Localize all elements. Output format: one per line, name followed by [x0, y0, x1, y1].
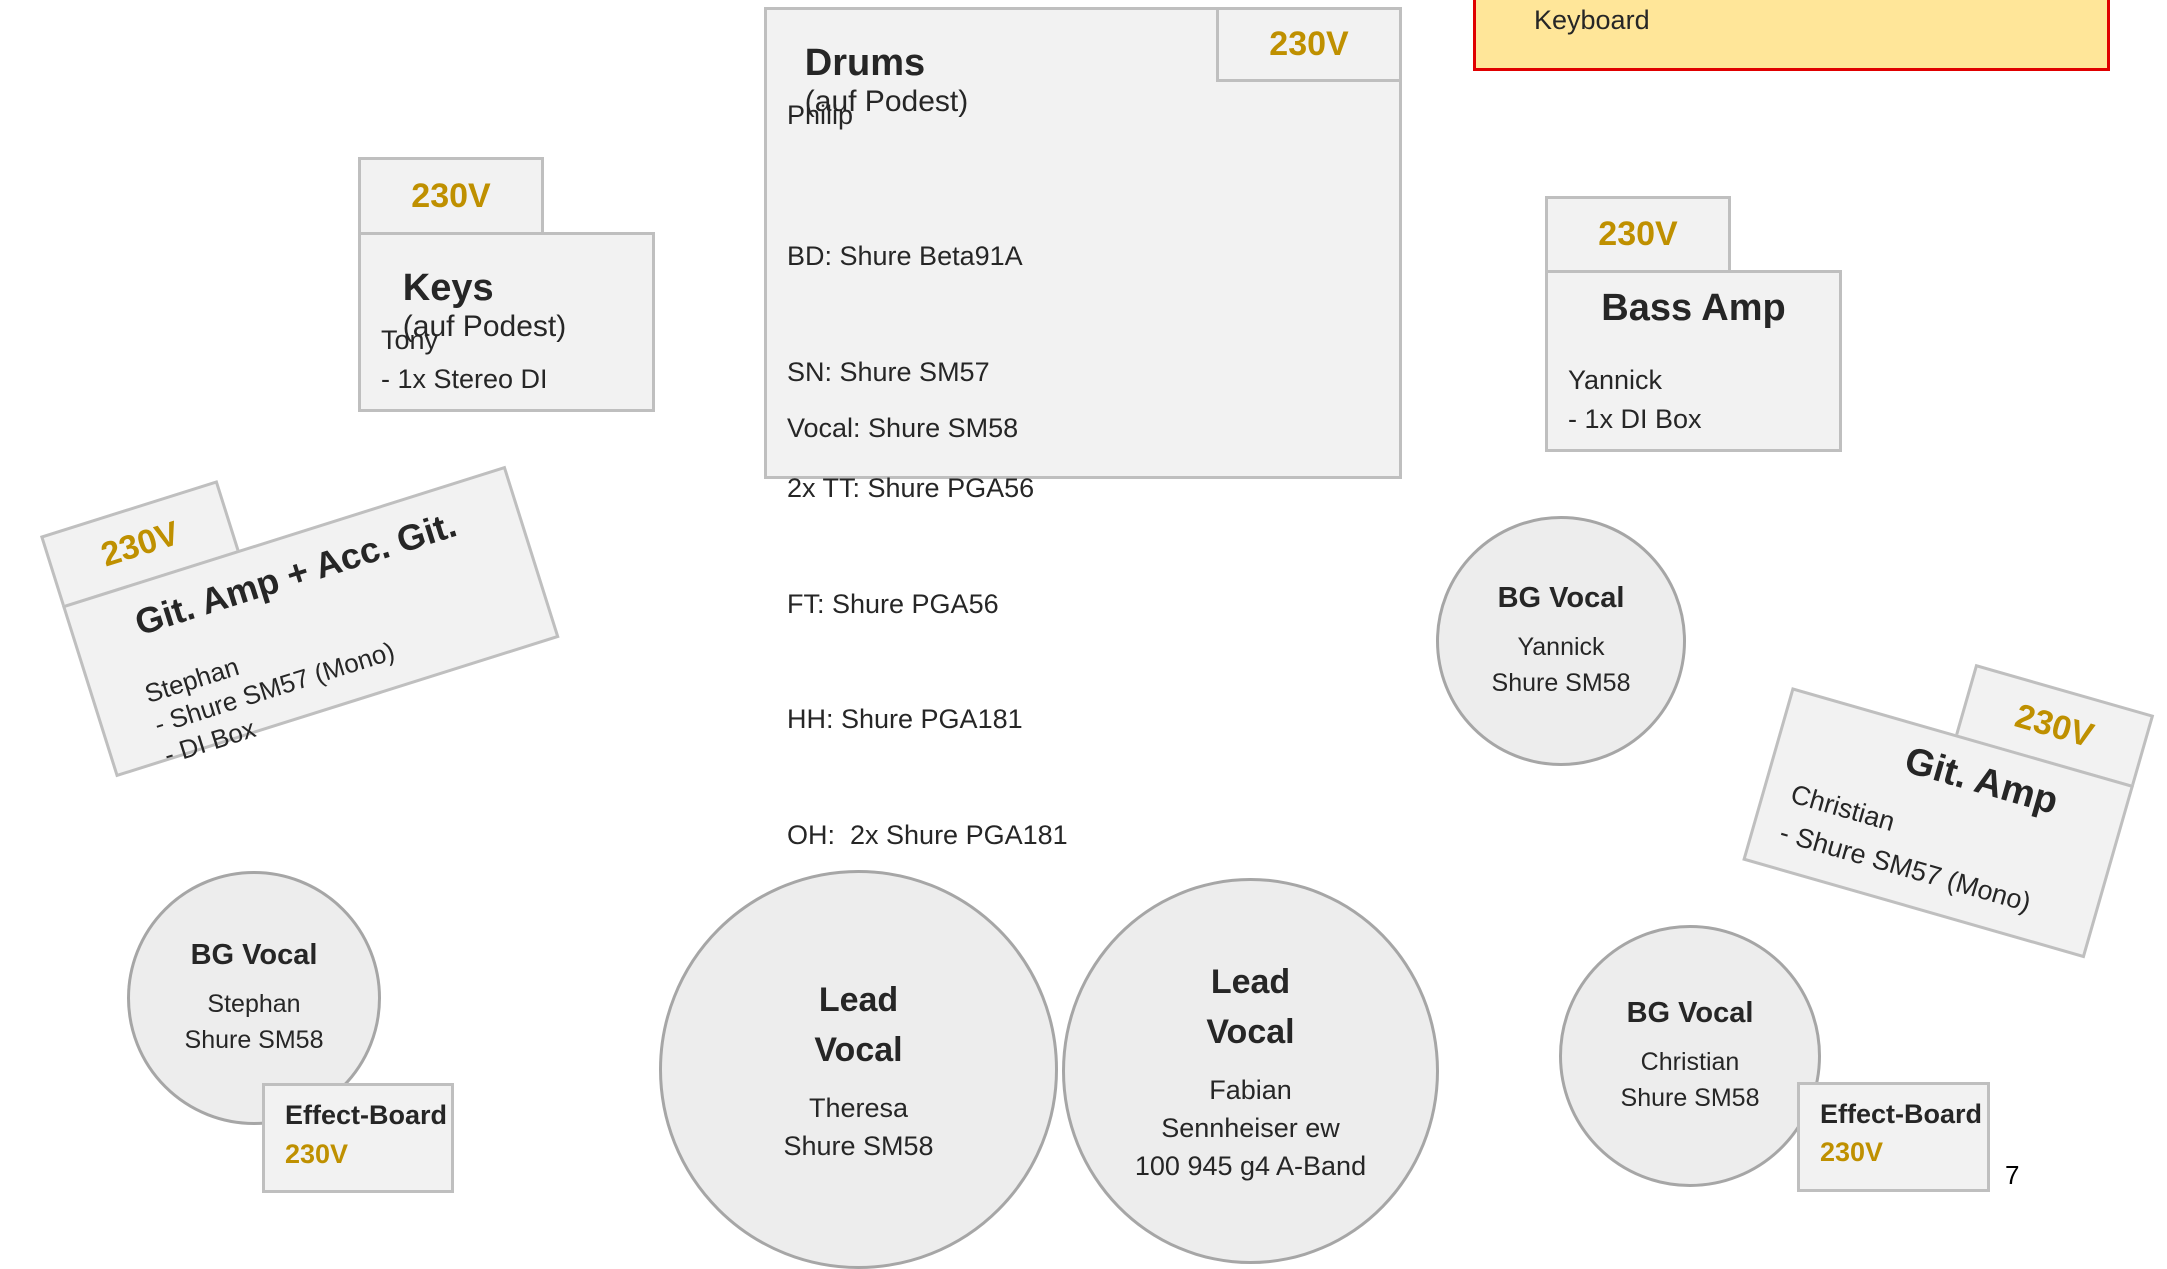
bg-vocal-yannick-mic: Shure SM58 — [1491, 668, 1631, 697]
bass-amp-power-tab: 230V — [1545, 196, 1731, 273]
keys-title: Keys — [402, 267, 494, 309]
effect-board-left-power: 230V — [285, 1139, 349, 1169]
drums-player: Philip — [787, 100, 854, 130]
bg-vocal-yannick-name: Yannick — [1517, 632, 1605, 661]
drums-title: Drums — [804, 42, 926, 84]
drums-mic-ft: FT: Shure PGA56 — [787, 588, 999, 619]
effect-board-right-title: Effect-Board — [1820, 1099, 1983, 1129]
bass-amp-title: Bass Amp — [1601, 287, 1786, 329]
drums-mic-oh: OH: 2x Shure PGA181 — [787, 820, 1068, 851]
bg-vocal-stephan-title: BG Vocal — [190, 938, 318, 971]
keys-player: Tony — [381, 325, 439, 355]
drums-mic-list: BD: Shure Beta91A SN: Shure SM57 2x TT: … — [787, 160, 1068, 932]
bass-amp-detail: - 1x DI Box — [1568, 404, 1702, 434]
drums-vocal: Vocal: Shure SM58 — [787, 413, 1019, 443]
bg-vocal-stephan-mic: Shure SM58 — [184, 1025, 324, 1054]
lead-vocal-theresa-title-1: Lead — [818, 980, 899, 1019]
bass-amp-box: Bass Amp Yannick - 1x DI Box — [1545, 270, 1842, 452]
lead-vocal-fabian-mic-1: Sennheiser ew — [1161, 1113, 1340, 1143]
lead-vocal-fabian-mic-2: 100 945 g4 A-Band — [1134, 1151, 1367, 1181]
bass-amp-player: Yannick — [1568, 365, 1663, 395]
keys-detail: - 1x Stereo DI — [381, 364, 548, 394]
page-number: 7 — [2005, 1160, 2020, 1190]
lead-vocal-fabian-title-1: Lead — [1210, 963, 1291, 1001]
bg-vocal-stephan-name: Stephan — [207, 989, 301, 1018]
drums-mic-hh: HH: Shure PGA181 — [787, 704, 1023, 735]
lead-vocal-fabian-title-2: Vocal — [1206, 1013, 1295, 1051]
bg-vocal-christian-title: BG Vocal — [1626, 996, 1754, 1029]
effect-board-left: Effect-Board 230V — [262, 1083, 454, 1193]
bg-vocal-christian-name: Christian — [1640, 1047, 1740, 1076]
effect-board-right: Effect-Board 230V — [1797, 1082, 1990, 1192]
git-amp-detail: - Shure SM57 (Mono) — [1776, 817, 2035, 918]
lead-vocal-fabian-name: Fabian — [1209, 1075, 1292, 1105]
lead-vocal-theresa-title-2: Vocal — [814, 1030, 903, 1069]
keys-box: Keys (auf Podest) Tony - 1x Stereo DI — [358, 232, 655, 412]
bg-vocal-christian: BG Vocal Christian Shure SM58 — [1559, 925, 1821, 1187]
effect-board-left-title: Effect-Board — [285, 1100, 448, 1130]
keyboard-box: Keyboard — [1473, 0, 2110, 71]
drums-mic-sn: SN: Shure SM57 — [787, 356, 990, 387]
lead-vocal-theresa-mic: Shure SM58 — [783, 1130, 934, 1161]
drums-mic-tt: 2x TT: Shure PGA56 — [787, 472, 1035, 503]
bg-vocal-yannick-title: BG Vocal — [1497, 581, 1625, 614]
keyboard-label: Keyboard — [1534, 5, 1650, 35]
bg-vocal-christian-mic: Shure SM58 — [1620, 1083, 1760, 1112]
effect-board-right-power: 230V — [1820, 1137, 1884, 1167]
bg-vocal-yannick: BG Vocal Yannick Shure SM58 — [1436, 516, 1686, 766]
lead-vocal-theresa-name: Theresa — [808, 1092, 909, 1123]
drums-mic-bd: BD: Shure Beta91A — [787, 241, 1023, 272]
lead-vocal-theresa: Lead Vocal Theresa Shure SM58 — [659, 870, 1058, 1269]
drums-power-tab: 230V — [1216, 7, 1402, 82]
keys-power-tab: 230V — [358, 157, 544, 235]
lead-vocal-fabian: Lead Vocal Fabian Sennheiser ew 100 945 … — [1062, 878, 1439, 1264]
